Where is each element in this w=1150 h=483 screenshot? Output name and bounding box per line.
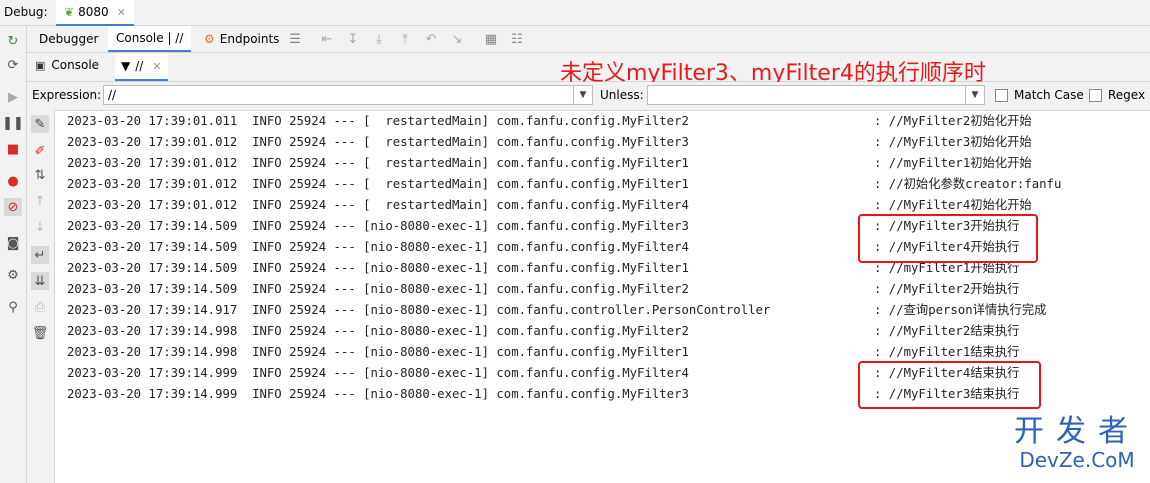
- step-into-icon[interactable]: ⤓: [370, 30, 388, 48]
- log-line-prefix: 2023-03-20 17:39:01.011 INFO 25924 --- […: [67, 114, 689, 128]
- log-line-prefix: 2023-03-20 17:39:14.998 INFO 25924 --- […: [67, 345, 689, 359]
- log-line-prefix: 2023-03-20 17:39:14.917 INFO 25924 --- […: [67, 303, 771, 317]
- restart-icon[interactable]: ⟳: [4, 56, 22, 74]
- trace-icon[interactable]: ☷: [508, 30, 526, 48]
- soft-wrap-icon[interactable]: ↵: [31, 246, 49, 264]
- log-line-prefix: 2023-03-20 17:39:01.012 INFO 25924 --- […: [67, 177, 689, 191]
- debug-header: Debug: ❦ 8080 ✕: [0, 0, 1150, 26]
- log-line-prefix: 2023-03-20 17:39:01.012 INFO 25924 --- […: [67, 198, 689, 212]
- filter-funnel-icon: ▼: [121, 59, 131, 73]
- menu-icon[interactable]: ☰: [286, 30, 304, 48]
- log-line-prefix: 2023-03-20 17:39:14.998 INFO 25924 --- […: [67, 324, 689, 338]
- tab-debugger-label: Debugger: [39, 32, 99, 46]
- evaluate-icon[interactable]: ▦: [482, 30, 500, 48]
- log-line-message: : //myFilter1结束执行: [874, 345, 1020, 359]
- scroll-to-end-icon[interactable]: ⇊: [31, 272, 49, 290]
- subtab-console-label: Console: [51, 58, 100, 72]
- mute-breakpoints-icon[interactable]: ⊘: [4, 198, 22, 216]
- camera-icon[interactable]: ◙: [4, 234, 22, 252]
- rerun-icon[interactable]: ↻: [4, 32, 22, 50]
- settings-gear-icon[interactable]: ⚙: [4, 266, 22, 284]
- regex-checkbox[interactable]: Regex: [1089, 88, 1145, 102]
- stop-icon[interactable]: ■: [4, 140, 22, 158]
- log-line-message: : //MyFilter4初始化开始: [874, 198, 1032, 212]
- view-breakpoints-icon[interactable]: ●: [4, 172, 22, 190]
- log-line-prefix: 2023-03-20 17:39:14.509 INFO 25924 --- […: [67, 219, 689, 233]
- regex-label: Regex: [1108, 88, 1146, 102]
- console-output[interactable]: 2023-03-20 17:39:01.011 INFO 25924 --- […: [55, 111, 1150, 483]
- subtab-filter[interactable]: ▼ // ✕: [115, 53, 168, 81]
- grep-filter-bar: Expression: // ▼ Unless: ▼ Match Case Re…: [27, 82, 1150, 111]
- expression-value: //: [108, 88, 117, 102]
- step-out-icon[interactable]: ⤒: [396, 30, 414, 48]
- chevron-down-icon[interactable]: ▼: [965, 86, 984, 104]
- tab-endpoints-label: Endpoints: [219, 32, 280, 46]
- log-line-prefix: 2023-03-20 17:39:14.509 INFO 25924 --- […: [67, 261, 689, 275]
- subtab-filter-label: //: [135, 59, 144, 73]
- pin-icon[interactable]: ⚲: [4, 298, 22, 316]
- tab-console-label: Console | //: [116, 31, 184, 45]
- watermark-logo: 开发者 DevZe.CoM: [1014, 414, 1140, 473]
- log-line-prefix: 2023-03-20 17:39:14.509 INFO 25924 --- […: [67, 240, 689, 254]
- endpoints-icon: ⚙: [204, 32, 215, 46]
- subtab-console[interactable]: ▣ Console: [35, 58, 99, 72]
- up-arrow-icon[interactable]: ↑: [31, 192, 49, 210]
- debug-tab-label: 8080: [78, 5, 109, 19]
- step-over-icon[interactable]: ↧: [344, 30, 362, 48]
- match-case-checkbox[interactable]: Match Case: [995, 88, 1084, 102]
- watermark-line1: 开发者: [1014, 414, 1140, 449]
- log-line-message: : //MyFilter2开始执行: [874, 282, 1020, 296]
- expression-input[interactable]: // ▼: [103, 85, 593, 105]
- sort-icon[interactable]: ⇅: [31, 166, 49, 184]
- log-line-message: : //初始化参数creator:fanfu: [874, 177, 1062, 191]
- log-line-prefix: 2023-03-20 17:39:14.509 INFO 25924 --- […: [67, 282, 689, 296]
- expression-label: Expression:: [32, 88, 102, 102]
- checkbox-box[interactable]: [995, 88, 1008, 102]
- close-icon[interactable]: ✕: [117, 6, 126, 19]
- console-side-toolbar: ✎ ✐ ⇅ ↑ ↓ ↵ ⇊ ⎙ 🗑: [27, 110, 55, 483]
- trash-icon[interactable]: 🗑: [31, 324, 49, 342]
- highlight-box-start: [858, 214, 1038, 263]
- log-line-message: : //查询person详情执行完成: [874, 303, 1047, 317]
- log-line-message: : //MyFilter2初始化开始: [874, 114, 1032, 128]
- close-icon[interactable]: ✕: [152, 60, 161, 73]
- highlight-box-end: [858, 361, 1041, 409]
- print-icon[interactable]: ⎙: [31, 298, 49, 316]
- tab-endpoints[interactable]: ⚙ Endpoints: [196, 26, 287, 52]
- checkbox-box[interactable]: [1089, 88, 1102, 102]
- pause-icon[interactable]: ❚❚: [2, 114, 24, 132]
- resume-icon[interactable]: ▶: [4, 88, 22, 106]
- debug-side-toolbar: ↻ ⟳ ▶ ❚❚ ■ ● ⊘ ◙ ⚙ ⚲: [0, 26, 27, 483]
- show-execution-point-icon[interactable]: ⇤: [318, 30, 336, 48]
- tab-console[interactable]: Console | //: [108, 26, 192, 52]
- clear-marker-icon[interactable]: ✐: [31, 142, 49, 160]
- log-line-prefix: 2023-03-20 17:39:14.999 INFO 25924 --- […: [67, 387, 689, 401]
- log-line-message: : //MyFilter2结束执行: [874, 324, 1020, 338]
- log-line-prefix: 2023-03-20 17:39:01.012 INFO 25924 --- […: [67, 156, 689, 170]
- debug-label: Debug:: [4, 5, 48, 19]
- drop-frame-icon[interactable]: ↶: [422, 30, 440, 48]
- spring-leaf-icon: ❦: [64, 5, 75, 19]
- run-to-cursor-icon[interactable]: ↘: [448, 30, 466, 48]
- log-line-message: : //myFilter1初始化开始: [874, 156, 1032, 170]
- unless-input[interactable]: ▼: [647, 85, 985, 105]
- watermark-line2: DevZe.CoM: [1019, 448, 1135, 472]
- log-line-prefix: 2023-03-20 17:39:14.999 INFO 25924 --- […: [67, 366, 689, 380]
- chevron-down-icon[interactable]: ▼: [573, 86, 592, 104]
- pin-tab-icon[interactable]: ✎: [31, 115, 49, 133]
- tab-debugger[interactable]: Debugger: [31, 26, 106, 52]
- debug-tab-8080[interactable]: ❦ 8080 ✕: [56, 0, 134, 26]
- console-icon: ▣: [35, 58, 46, 72]
- log-line-prefix: 2023-03-20 17:39:01.012 INFO 25924 --- […: [67, 135, 689, 149]
- match-case-label: Match Case: [1014, 88, 1084, 102]
- down-arrow-icon[interactable]: ↓: [31, 218, 49, 236]
- log-line-message: : //MyFilter3初始化开始: [874, 135, 1032, 149]
- unless-label: Unless:: [600, 88, 644, 102]
